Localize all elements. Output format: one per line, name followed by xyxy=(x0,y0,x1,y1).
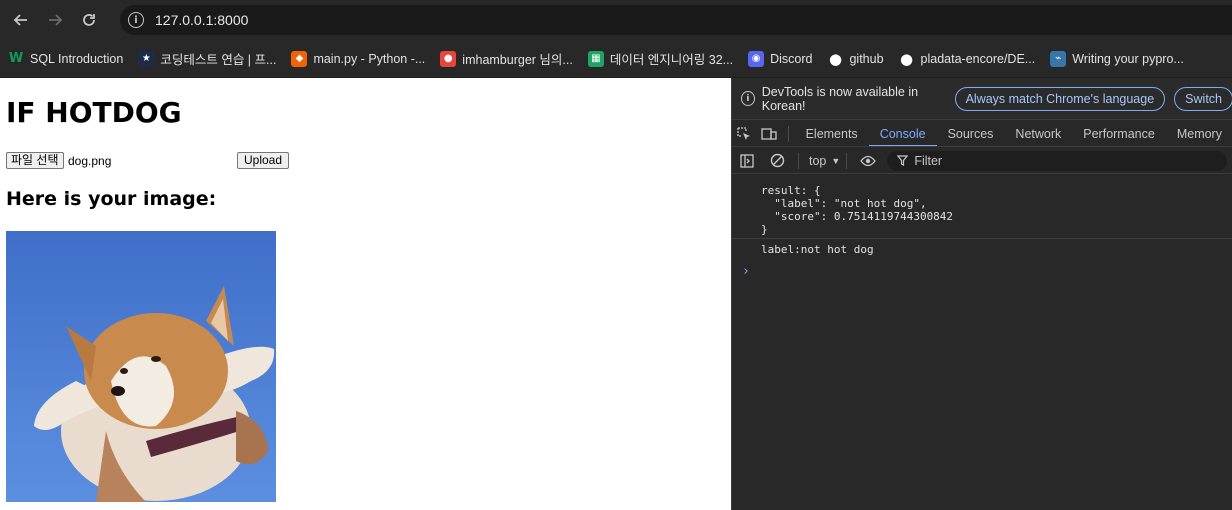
tab-performance[interactable]: Performance xyxy=(1072,121,1166,146)
console-prompt-icon[interactable]: › xyxy=(742,264,750,279)
page-title: IF HOTDOG xyxy=(6,96,182,129)
tab-sources[interactable]: Sources xyxy=(937,121,1005,146)
velog-icon: ● xyxy=(440,50,457,67)
bookmark-label: imhamburger 님의... xyxy=(462,53,573,67)
devtools-panel: i DevTools is now available in Korean! A… xyxy=(731,78,1232,510)
bookmark-label: main.py - Python -... xyxy=(313,51,426,66)
info-icon: i xyxy=(741,91,755,106)
forward-button[interactable] xyxy=(38,3,72,37)
console-toolbar: top ▼ Filter xyxy=(732,148,1232,174)
bookmarks-bar: W SQL Introduction ★ 코딩테스트 연습 | 프... ◆ main.p… xyxy=(0,40,1232,77)
url-text[interactable]: 127.0.0.1:8000 xyxy=(155,12,248,28)
reload-icon xyxy=(83,14,95,26)
filter-icon xyxy=(897,155,909,166)
bookmark-label: 데이터 엔지니어링 32... xyxy=(609,53,734,67)
tab-network[interactable]: Network xyxy=(1004,121,1072,146)
switch-language-button[interactable]: Switch xyxy=(1174,86,1232,111)
match-language-button[interactable]: Always match Chrome's language xyxy=(954,86,1166,111)
divider xyxy=(798,152,799,169)
filter-input[interactable]: Filter xyxy=(887,150,1228,171)
bookmark-label: Writing your pypro... xyxy=(1072,51,1184,66)
choose-file-button[interactable]: 파일 선택 xyxy=(6,152,64,169)
context-label: top xyxy=(809,153,827,168)
github-icon: ● xyxy=(828,49,843,68)
bookmark-item[interactable]: ⌁ Writing your pypro... xyxy=(1050,46,1184,72)
upload-button[interactable]: Upload xyxy=(237,152,290,169)
python-icon: ⌁ xyxy=(1050,50,1067,67)
bookmark-item[interactable]: ◉ Discord xyxy=(748,46,812,72)
back-button[interactable] xyxy=(4,3,38,37)
bookmark-item[interactable]: ◆ main.py - Python -... xyxy=(291,46,425,72)
browser-toolbar: i 127.0.0.1:8000 xyxy=(0,0,1232,40)
bookmark-label: SQL Introduction xyxy=(30,51,124,66)
bookmark-item[interactable]: ● pladata-encore/DE... xyxy=(899,46,1036,72)
address-bar[interactable]: i 127.0.0.1:8000 xyxy=(120,5,1232,35)
github-icon: ● xyxy=(900,49,914,68)
context-selector[interactable]: top ▼ xyxy=(809,154,840,168)
arrow-left-icon xyxy=(13,14,27,26)
sheets-icon: ▦ xyxy=(587,50,604,67)
divider xyxy=(846,152,848,169)
file-name-label: dog.png xyxy=(68,154,112,168)
bookmark-item[interactable]: ● imhamburger 님의... xyxy=(440,46,573,72)
bookmark-label: 코딩테스트 연습 | 프... xyxy=(160,53,277,67)
clear-console-icon[interactable] xyxy=(762,153,792,168)
tab-memory[interactable]: Memory xyxy=(1166,121,1232,146)
bookmark-item[interactable]: ★ 코딩테스트 연습 | 프... xyxy=(138,46,276,72)
reload-button[interactable] xyxy=(72,3,106,37)
arrow-right-icon xyxy=(49,14,63,26)
discord-icon: ◉ xyxy=(748,50,765,67)
w-icon: W xyxy=(8,51,24,66)
bookmark-item[interactable]: ● github xyxy=(827,46,884,72)
divider xyxy=(787,125,789,142)
tab-elements[interactable]: Elements xyxy=(795,121,869,146)
caret-down-icon: ▼ xyxy=(831,155,841,166)
sidebar-toggle-icon[interactable] xyxy=(732,153,762,168)
site-info-icon[interactable]: i xyxy=(128,12,144,28)
page-content: IF HOTDOG 파일 선택 dog.png Upload Here is y… xyxy=(0,78,731,510)
bookmark-item[interactable]: W SQL Introduction xyxy=(8,46,124,72)
dog-photo-illustration xyxy=(6,231,276,502)
console-log-result[interactable]: result: { "label": "not hot dog", "score… xyxy=(732,175,1232,239)
star-icon: ★ xyxy=(138,50,155,67)
banner-message: DevTools is now available in Korean! xyxy=(761,84,919,113)
tab-console[interactable]: Console xyxy=(868,121,937,146)
bookmark-label: pladata-encore/DE... xyxy=(920,51,1036,66)
bookmark-label: github xyxy=(849,51,884,66)
replit-icon: ◆ xyxy=(291,50,308,67)
inspect-element-icon[interactable] xyxy=(732,126,757,141)
console-log-label[interactable]: label:not hot dog xyxy=(732,239,1232,260)
image-heading: Here is your image: xyxy=(6,188,217,210)
devtools-tabbar: Elements Console Sources Network Performance… xyxy=(732,121,1232,147)
device-toolbar-icon[interactable] xyxy=(757,127,782,141)
bookmark-item[interactable]: ▦ 데이터 엔지니어링 32... xyxy=(587,46,734,72)
uploaded-dog-image xyxy=(6,231,276,502)
console-output: result: { "label": "not hot dog", "score… xyxy=(732,175,1232,260)
bookmark-label: Discord xyxy=(770,51,813,66)
language-banner: i DevTools is now available in Korean! A… xyxy=(732,78,1232,120)
filter-placeholder: Filter xyxy=(914,153,943,168)
eye-icon[interactable] xyxy=(853,155,883,167)
